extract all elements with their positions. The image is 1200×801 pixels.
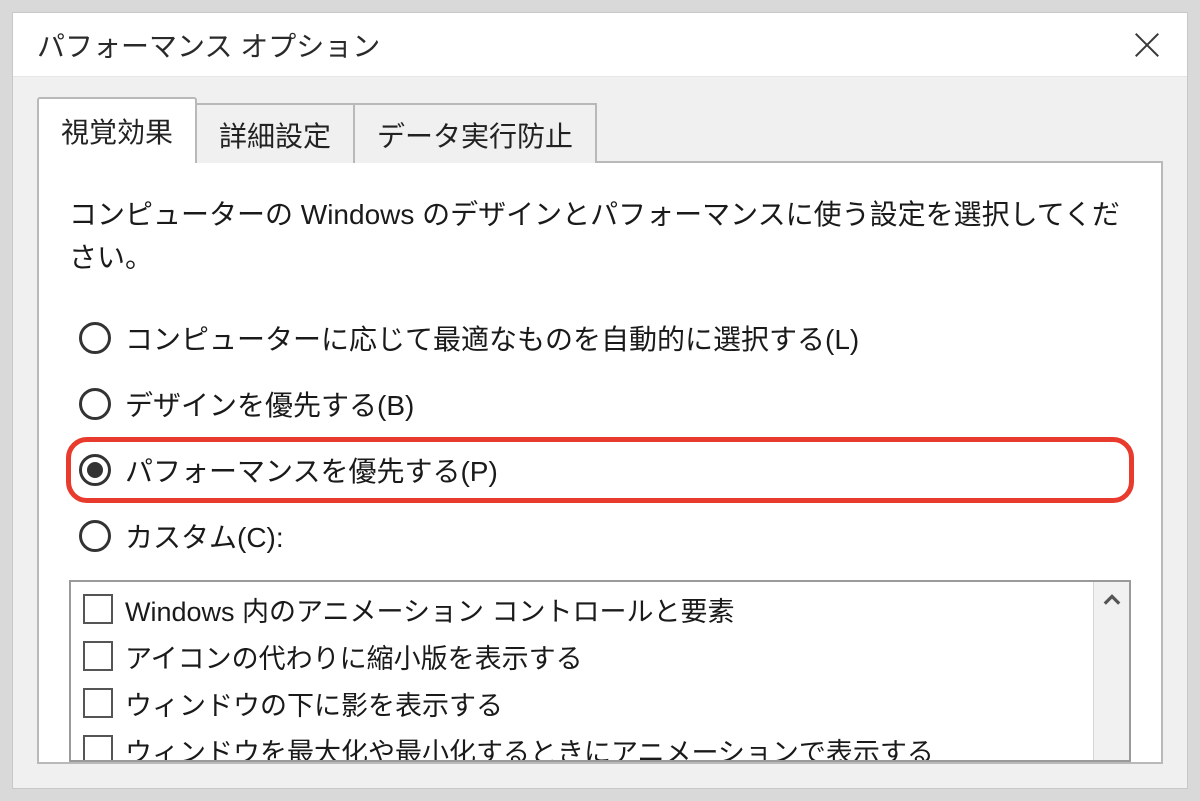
close-icon <box>1132 30 1162 60</box>
radio-custom[interactable]: カスタム(C): <box>69 506 1131 566</box>
scroll-up-button[interactable] <box>1094 582 1129 618</box>
radio-label: パフォーマンスを優先する(P) <box>125 450 498 490</box>
tab-dep[interactable]: データ実行防止 <box>353 103 597 163</box>
tabs-container: 視覚効果 詳細設定 データ実行防止 <box>13 77 1187 163</box>
radio-icon <box>79 322 111 354</box>
scrollbar[interactable] <box>1093 582 1129 760</box>
radio-label: コンピューターに応じて最適なものを自動的に選択する(L) <box>125 318 859 358</box>
radio-best-performance[interactable]: パフォーマンスを優先する(P) <box>69 440 1131 500</box>
radio-auto-select[interactable]: コンピューターに応じて最適なものを自動的に選択する(L) <box>69 308 1131 368</box>
checkbox-item[interactable]: ウィンドウの下に影を表示する <box>79 680 1085 727</box>
performance-options-dialog: パフォーマンス オプション 視覚効果 詳細設定 データ実行防止 コンピューターの… <box>12 12 1188 789</box>
checkbox-item[interactable]: ウィンドウを最大化や最小化するときにアニメーションで表示する <box>79 727 1085 760</box>
checkbox-item[interactable]: アイコンの代わりに縮小版を表示する <box>79 633 1085 680</box>
tab-advanced[interactable]: 詳細設定 <box>195 103 355 163</box>
checkbox-label: ウィンドウの下に影を表示する <box>125 684 503 723</box>
scroll-track[interactable] <box>1094 618 1129 760</box>
instruction-text: コンピューターの Windows のデザインとパフォーマンスに使う設定を選択して… <box>69 193 1131 280</box>
checkbox-icon <box>83 688 113 718</box>
visual-effects-listbox: Windows 内のアニメーション コントロールと要素 アイコンの代わりに縮小版… <box>69 580 1131 762</box>
radio-label: カスタム(C): <box>125 516 284 556</box>
checkbox-label: ウィンドウを最大化や最小化するときにアニメーションで表示する <box>125 731 934 760</box>
checkbox-icon <box>83 594 113 624</box>
tab-visual-effects[interactable]: 視覚効果 <box>37 97 197 161</box>
radio-group: コンピューターに応じて最適なものを自動的に選択する(L) デザインを優先する(B… <box>69 308 1131 566</box>
radio-icon <box>79 520 111 552</box>
checkbox-icon <box>83 641 113 671</box>
tab-label: 詳細設定 <box>219 121 331 152</box>
radio-label: デザインを優先する(B) <box>125 384 414 424</box>
titlebar: パフォーマンス オプション <box>13 13 1187 77</box>
radio-icon <box>79 388 111 420</box>
radio-best-appearance[interactable]: デザインを優先する(B) <box>69 374 1131 434</box>
tabpanel-visual-effects: コンピューターの Windows のデザインとパフォーマンスに使う設定を選択して… <box>37 163 1163 764</box>
checkbox-label: Windows 内のアニメーション コントロールと要素 <box>125 590 734 629</box>
listbox-items[interactable]: Windows 内のアニメーション コントロールと要素 アイコンの代わりに縮小版… <box>71 582 1093 760</box>
checkbox-item[interactable]: Windows 内のアニメーション コントロールと要素 <box>79 586 1085 633</box>
checkbox-label: アイコンの代わりに縮小版を表示する <box>125 637 583 676</box>
tabstrip: 視覚効果 詳細設定 データ実行防止 <box>37 97 1163 163</box>
radio-icon <box>79 454 111 486</box>
tab-label: データ実行防止 <box>377 121 573 152</box>
checkbox-icon <box>83 735 113 760</box>
chevron-up-icon <box>1103 591 1121 609</box>
tab-label: 視覚効果 <box>61 117 173 148</box>
window-title: パフォーマンス オプション <box>37 25 1123 65</box>
close-button[interactable] <box>1123 21 1171 69</box>
